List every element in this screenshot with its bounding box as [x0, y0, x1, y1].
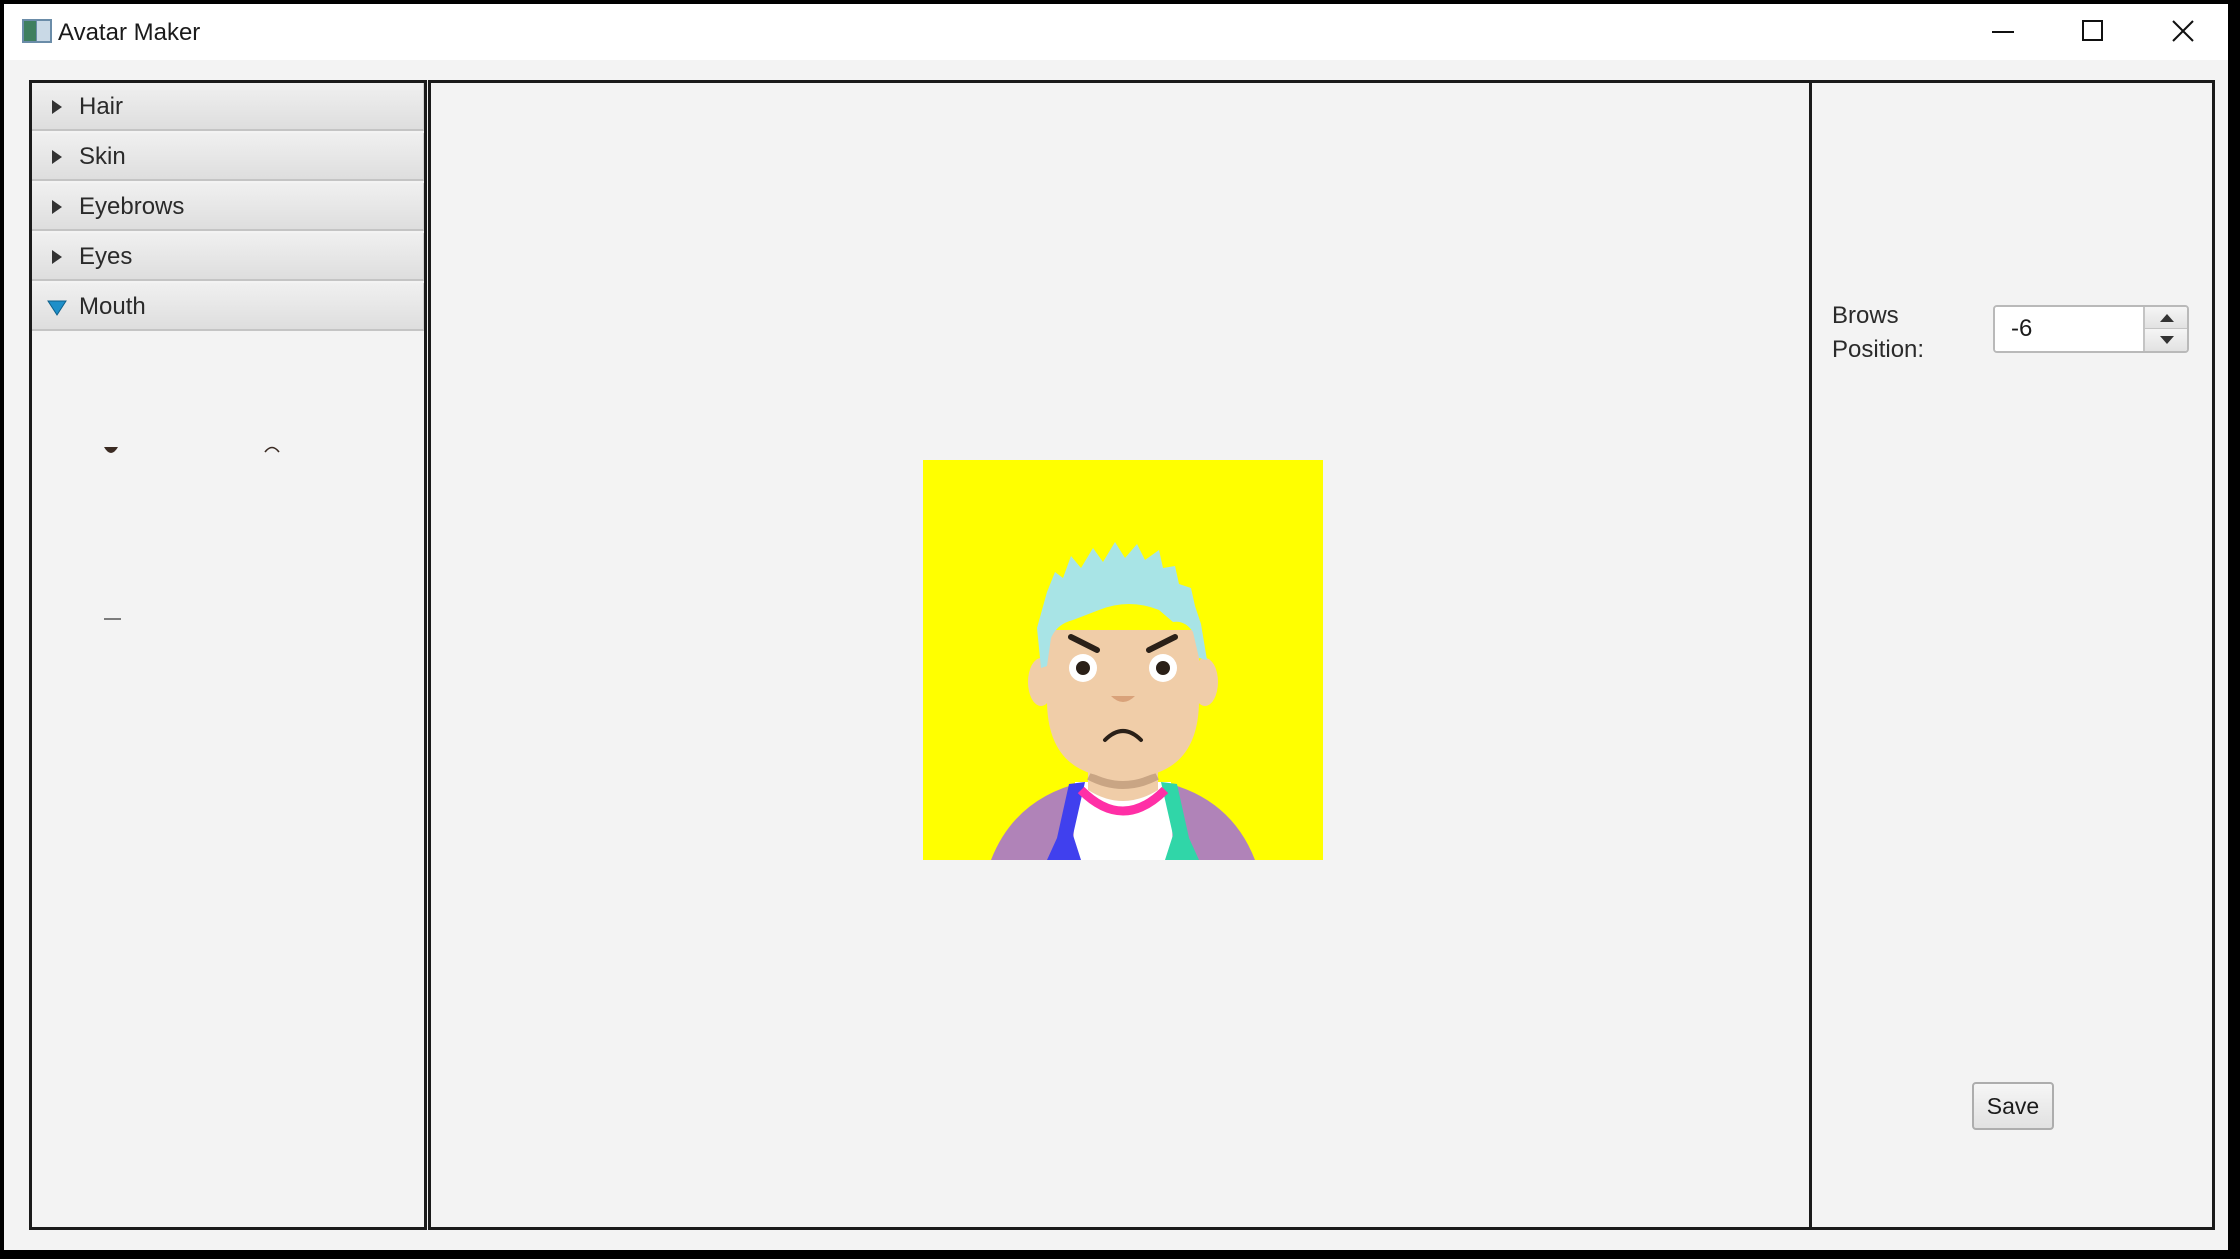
maximize-icon [2082, 20, 2103, 41]
accordion-label: Hair [79, 93, 124, 120]
minimize-button[interactable] [1960, 4, 2048, 60]
accordion-hair[interactable]: Hair [32, 83, 424, 131]
arrow-up-icon [2160, 314, 2174, 322]
chevron-down-icon [47, 300, 67, 316]
avatar-preview-panel [428, 80, 1816, 1230]
chevron-right-icon [52, 150, 62, 164]
decrement-button[interactable] [2143, 329, 2187, 351]
window-title: Avatar Maker [58, 19, 201, 46]
accordion-label: Skin [79, 143, 126, 170]
accordion-skin[interactable]: Skin [32, 133, 424, 181]
properties-panel: Brows Position: Save [1809, 80, 2215, 1230]
accordion-eyebrows[interactable]: Eyebrows [32, 183, 424, 231]
accordion-label: Eyebrows [79, 193, 185, 220]
save-button[interactable]: Save [1972, 1082, 2054, 1130]
chevron-right-icon [52, 250, 62, 264]
app-window: Avatar Maker Hair Skin Eyebrows Eyes Mou… [4, 4, 2228, 1250]
minimize-icon [1992, 31, 2014, 33]
avatar-image [923, 460, 1323, 860]
accordion-eyes[interactable]: Eyes [32, 233, 424, 281]
mouth-option-frown[interactable] [262, 443, 282, 455]
close-button[interactable] [2140, 4, 2228, 60]
brows-position-label: Brows Position: [1832, 302, 1925, 363]
brows-position-spinner[interactable] [1993, 305, 2189, 353]
brows-position-input[interactable] [1995, 307, 2143, 351]
accordion-label: Eyes [79, 243, 133, 270]
chevron-right-icon [52, 100, 62, 114]
chevron-right-icon [52, 200, 62, 214]
feature-accordion: Hair Skin Eyebrows Eyes Mouth [29, 80, 427, 1230]
increment-button[interactable] [2143, 307, 2187, 329]
accordion-label: Mouth [79, 293, 146, 320]
app-icon [22, 19, 52, 43]
accordion-mouth[interactable]: Mouth [32, 283, 424, 331]
mouth-option-open[interactable] [102, 445, 120, 457]
mouth-option-flat[interactable] [102, 615, 124, 623]
title-bar[interactable]: Avatar Maker [4, 4, 2228, 60]
close-icon [2172, 20, 2194, 42]
maximize-button[interactable] [2050, 4, 2138, 60]
arrow-down-icon [2160, 336, 2174, 344]
